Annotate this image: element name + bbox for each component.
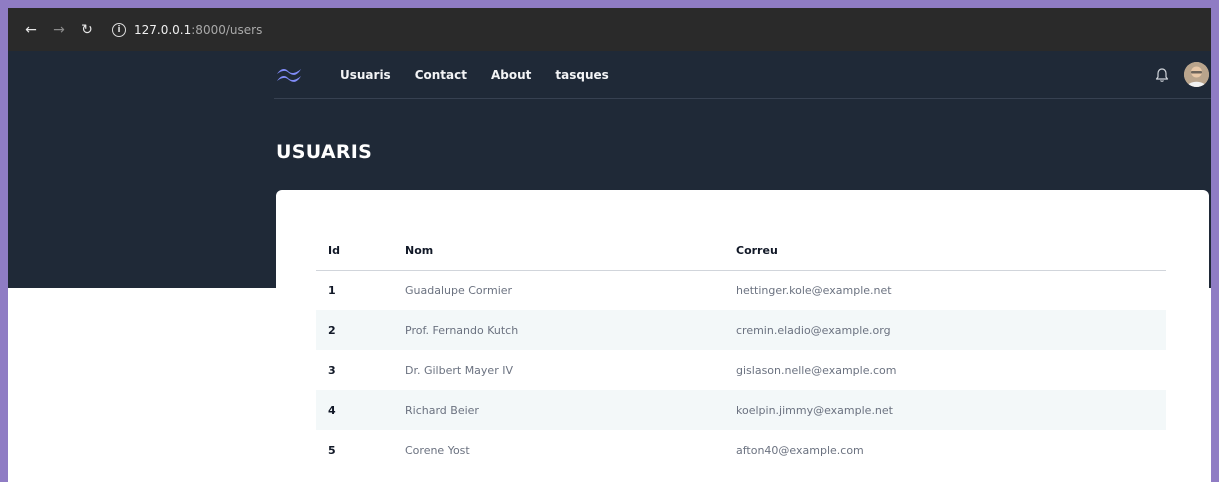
nav-link-about[interactable]: About: [491, 68, 531, 82]
info-icon[interactable]: i: [112, 22, 126, 37]
browser-window: ← → ↻ i 127.0.0.1:8000/users Usuaris Con…: [8, 8, 1211, 482]
user-controls: [1154, 62, 1209, 87]
cell-correu: gislason.nelle@example.com: [736, 363, 897, 377]
cell-nom: Dr. Gilbert Mayer IV: [405, 363, 513, 377]
reload-icon[interactable]: ↻: [76, 19, 98, 41]
logo-icon[interactable]: [276, 67, 302, 83]
header-id: Id: [316, 232, 393, 271]
cell-id: 2: [328, 323, 336, 337]
users-table: Id Nom Correu 1 Guadalupe Cormier hettin…: [316, 232, 1166, 470]
nav-link-contact[interactable]: Contact: [415, 68, 467, 82]
cell-id: 5: [328, 443, 336, 457]
cell-correu: cremin.eladio@example.org: [736, 323, 891, 337]
forward-arrow-icon[interactable]: →: [48, 19, 70, 41]
cell-nom: Richard Beier: [405, 403, 479, 417]
cell-nom: Prof. Fernando Kutch: [405, 323, 519, 337]
avatar-image: [1184, 62, 1209, 87]
page-title: USUARIS: [276, 141, 373, 163]
back-arrow-icon[interactable]: ←: [20, 19, 42, 41]
table-row: 1 Guadalupe Cormier hettinger.kole@examp…: [316, 270, 1166, 310]
cell-nom: Corene Yost: [405, 443, 470, 457]
cell-id: 4: [328, 403, 336, 417]
avatar[interactable]: [1184, 62, 1209, 87]
header-nom: Nom: [393, 232, 724, 271]
cell-correu: hettinger.kole@example.net: [736, 283, 892, 297]
table-row: 5 Corene Yost afton40@example.com: [316, 430, 1166, 470]
top-navigation: Usuaris Contact About tasques: [274, 51, 1211, 99]
users-card: Id Nom Correu 1 Guadalupe Cormier hettin…: [276, 190, 1209, 482]
table-row: 4 Richard Beier koelpin.jimmy@example.ne…: [316, 390, 1166, 430]
cell-nom: Guadalupe Cormier: [405, 283, 513, 297]
header-correu: Correu: [724, 232, 1166, 271]
browser-toolbar: ← → ↻ i 127.0.0.1:8000/users: [8, 8, 1211, 51]
url-path: :8000/users: [191, 22, 263, 37]
cell-correu: koelpin.jimmy@example.net: [736, 403, 893, 417]
table-row: 3 Dr. Gilbert Mayer IV gislason.nelle@ex…: [316, 350, 1166, 390]
table-row: 2 Prof. Fernando Kutch cremin.eladio@exa…: [316, 310, 1166, 350]
table-header-row: Id Nom Correu: [316, 232, 1166, 271]
nav-link-usuaris[interactable]: Usuaris: [340, 68, 391, 82]
bell-icon[interactable]: [1154, 67, 1170, 83]
cell-id: 3: [328, 363, 336, 377]
cell-correu: afton40@example.com: [736, 443, 864, 457]
address-bar[interactable]: 127.0.0.1:8000/users: [134, 23, 262, 37]
nav-link-tasques[interactable]: tasques: [555, 68, 608, 82]
url-host: 127.0.0.1: [134, 22, 192, 37]
cell-id: 1: [328, 283, 336, 297]
